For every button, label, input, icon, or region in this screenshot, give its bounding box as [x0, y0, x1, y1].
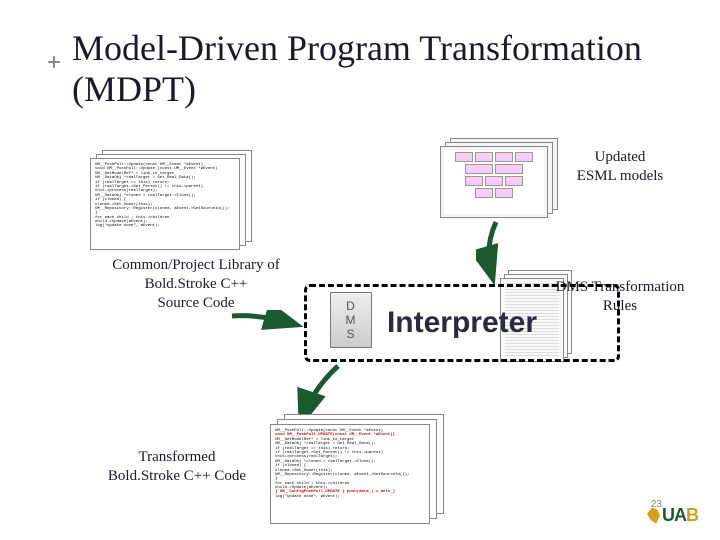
- logo-b: B: [686, 505, 698, 526]
- interpreter-box: Interpreter: [304, 284, 620, 362]
- label-updated-models: Updated ESML models: [560, 148, 680, 186]
- source-code-sheets: UM__PushPull::Update(const UM__Event *aE…: [90, 150, 250, 250]
- uab-logo: UAB: [647, 505, 698, 526]
- interpreter-label: Interpreter: [387, 306, 537, 340]
- title-bullet-icon: [48, 56, 60, 68]
- esml-model-thumbs: [440, 138, 560, 218]
- sheet-front: UM__PushPull::Update(const UM__Event *aE…: [90, 158, 240, 250]
- out-code-text: UM__PushPull::Update(const UM__Event *aE…: [275, 429, 425, 499]
- label-transformed: Transformed Bold.Stroke C++ Code: [92, 448, 262, 486]
- slide-root: Model-Driven Program Transformation (MDP…: [0, 0, 720, 540]
- code-text: UM__PushPull::Update(const UM__Event *aE…: [95, 163, 235, 229]
- logo-a: A: [674, 505, 686, 526]
- thumb-front: [440, 146, 548, 218]
- logo-u: U: [662, 505, 674, 526]
- arrow-lib-to-interp: [226, 310, 306, 350]
- label-common-lib: Common/Project Library of Bold.Stroke C+…: [96, 256, 296, 312]
- output-code-sheets: UM__PushPull::Update(const UM__Event *aE…: [270, 414, 442, 524]
- uab-dragon-icon: [647, 508, 660, 524]
- slide-title: Model-Driven Program Transformation (MDP…: [72, 28, 648, 111]
- out-front: UM__PushPull::Update(const UM__Event *aE…: [270, 424, 430, 524]
- thumb-contents: [444, 150, 544, 214]
- arrow-models-to-interp: [476, 218, 516, 286]
